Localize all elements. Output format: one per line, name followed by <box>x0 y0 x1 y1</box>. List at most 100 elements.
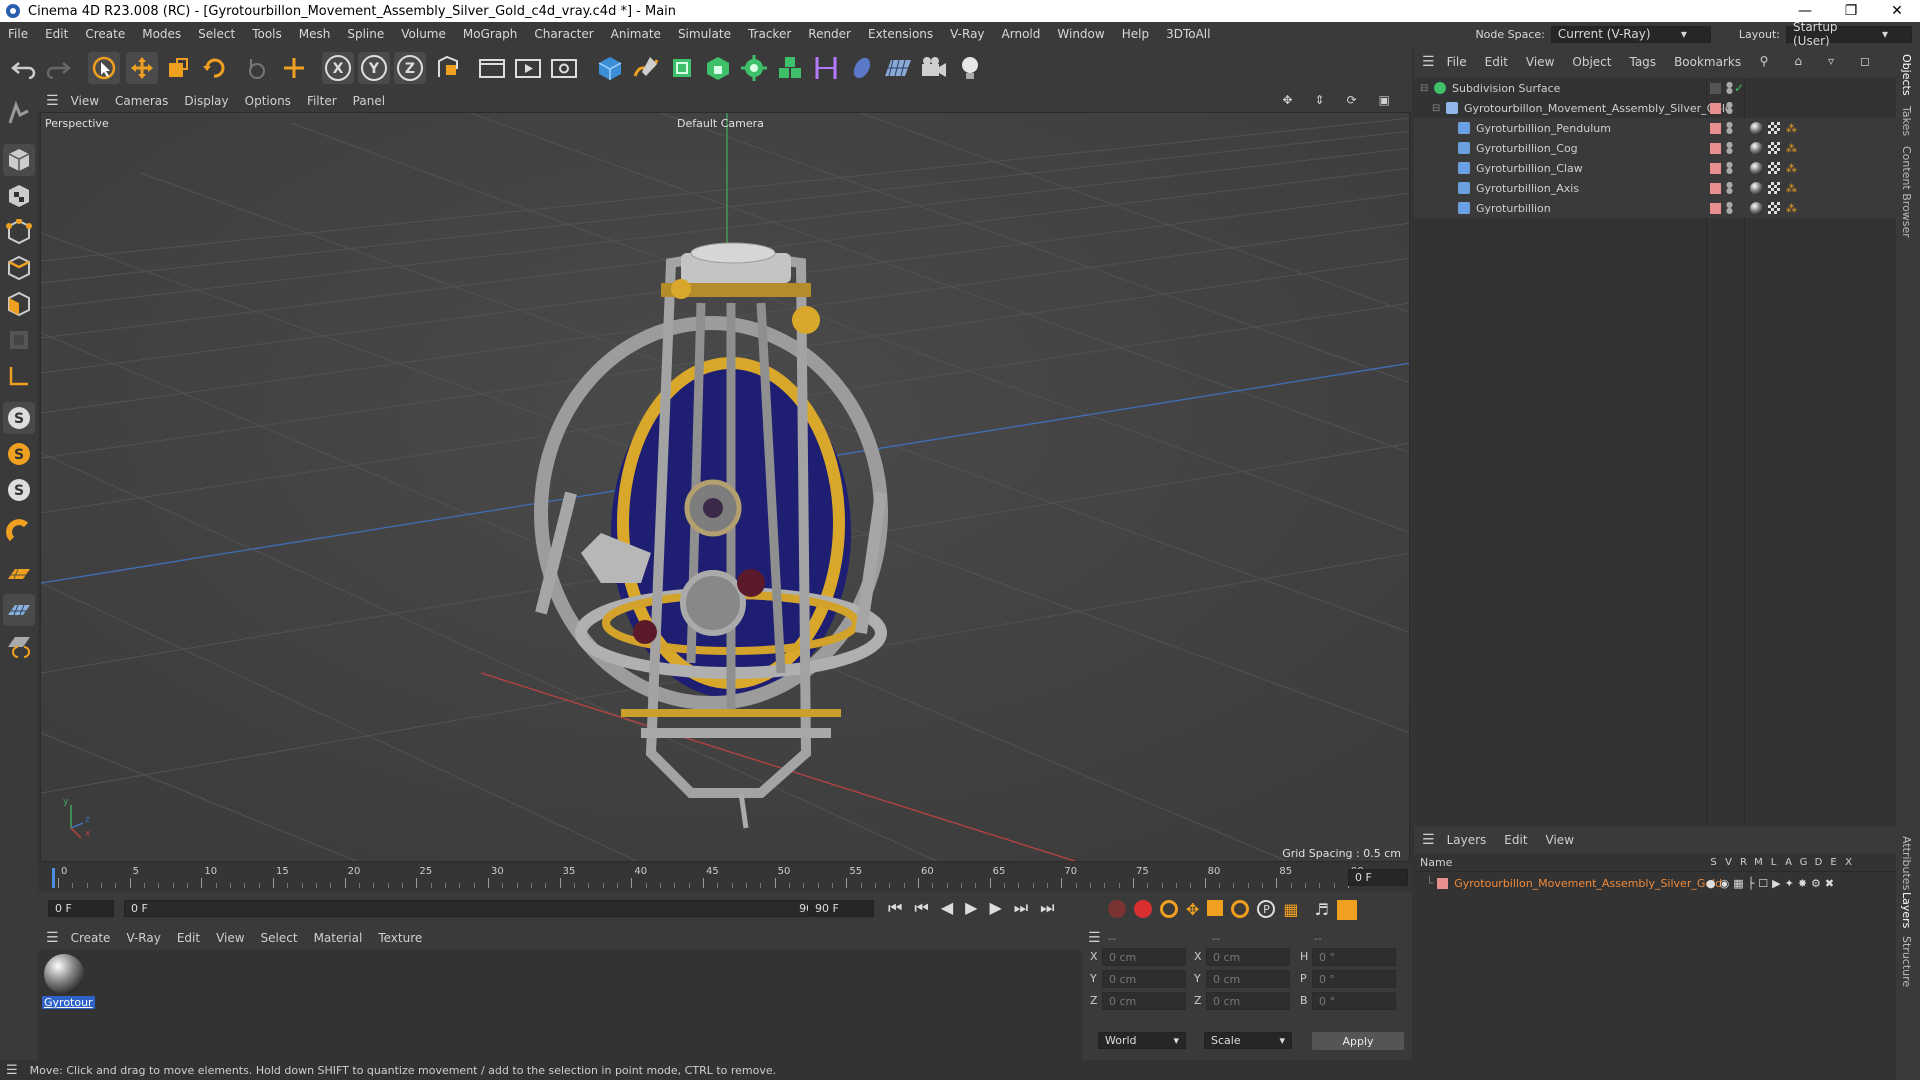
menu-item-edit[interactable]: Edit <box>45 27 68 41</box>
quantize-icon[interactable]: S <box>3 474 35 506</box>
x-axis-lock-icon[interactable]: X <box>322 52 354 84</box>
coord-input[interactable]: 0 cm <box>1206 970 1290 988</box>
menu-item-mograph[interactable]: MoGraph <box>463 27 518 41</box>
move-tool-icon[interactable] <box>126 52 158 84</box>
viewport-menu-options[interactable]: Options <box>245 94 291 108</box>
layer-col-e[interactable]: E <box>1826 857 1841 868</box>
hamburger-menu-icon[interactable]: ☰ <box>1088 930 1101 946</box>
layout-dropdown[interactable]: Startup (User) ▾ <box>1786 20 1912 48</box>
cube-primitive-icon[interactable] <box>594 52 626 84</box>
object-row[interactable]: ⊟ Gyrotourbillon_Movement_Assembly_Silver… <box>1414 98 1896 118</box>
tab-objects[interactable]: Objects <box>1900 54 1913 96</box>
coord-input[interactable]: 0 cm <box>1206 948 1290 966</box>
lock-workplane-icon[interactable] <box>3 630 35 662</box>
tab-attributes[interactable]: Attributes <box>1900 836 1913 890</box>
generators-icon[interactable]: ✦ <box>1785 877 1794 890</box>
node-space-dropdown[interactable]: Current (V-Ray) ▾ <box>1550 25 1711 43</box>
undo-icon[interactable] <box>8 52 40 84</box>
scale-key-icon[interactable] <box>1207 900 1224 916</box>
menu-item-create[interactable]: Create <box>85 27 125 41</box>
go-to-start-icon[interactable]: ⏮ <box>888 898 902 918</box>
frame-range-slider[interactable]: 0 F90 F <box>124 900 830 917</box>
material-tag-icon[interactable] <box>1750 181 1763 195</box>
floor-icon[interactable] <box>882 52 914 84</box>
vray-tag-icon[interactable]: ⁂ <box>1786 142 1797 155</box>
material-preview[interactable] <box>44 954 84 994</box>
redo-icon[interactable] <box>42 52 74 84</box>
hamburger-menu-icon[interactable]: ☰ <box>1422 54 1435 70</box>
solo-icon[interactable]: ● <box>1706 877 1716 890</box>
pan-view-icon[interactable]: ✥ <box>1282 93 1292 107</box>
vray-tag-icon[interactable]: ⁂ <box>1786 182 1797 195</box>
tab-content-browser[interactable]: Content Browser <box>1900 146 1913 238</box>
visibility-dots-icon[interactable]: ● ● <box>1726 101 1733 115</box>
hamburger-menu-icon[interactable]: ☰ <box>46 930 59 946</box>
coord-input[interactable]: 0 cm <box>1102 970 1186 988</box>
record-icon[interactable] <box>1134 900 1152 918</box>
layer-menu-view[interactable]: View <box>1546 833 1574 847</box>
menu-item-v-ray[interactable]: V-Ray <box>950 27 984 41</box>
object-row[interactable]: ⊟ Subdivision Surface ● ● ✓ <box>1414 78 1896 98</box>
menu-item-file[interactable]: File <box>8 27 28 41</box>
vray-tag-icon[interactable]: ⁂ <box>1786 162 1797 175</box>
material-menu-create[interactable]: Create <box>71 931 111 945</box>
rotate-tool-icon[interactable] <box>198 52 230 84</box>
object-row[interactable]: Gyroturbillion ● ● ⁂ <box>1414 198 1896 218</box>
layer-color-swatch[interactable] <box>1710 102 1721 114</box>
visibility-dots-icon[interactable]: ● ● <box>1726 201 1733 215</box>
layer-col-m[interactable]: M <box>1751 857 1766 868</box>
pla-key-icon[interactable]: ▦ <box>1283 900 1298 920</box>
menu-item-spline[interactable]: Spline <box>347 27 384 41</box>
model-mode-icon[interactable] <box>3 144 35 176</box>
deformers-icon[interactable]: ✸ <box>1798 877 1807 890</box>
edges-mode-icon[interactable] <box>3 252 35 284</box>
coord-input[interactable]: 0 cm <box>1102 948 1186 966</box>
layer-color-swatch[interactable] <box>1710 82 1721 94</box>
material-menu-material[interactable]: Material <box>314 931 363 945</box>
viewport-menu-display[interactable]: Display <box>184 94 228 108</box>
active-camera-label[interactable]: Default Camera <box>677 117 764 130</box>
play-icon[interactable]: ▶ <box>965 898 977 918</box>
texture-mode-icon[interactable] <box>3 180 35 212</box>
material-menu-select[interactable]: Select <box>261 931 298 945</box>
layer-color-swatch[interactable] <box>1710 122 1721 134</box>
visibility-dots-icon[interactable]: ● ● <box>1726 161 1733 175</box>
snap-settings-icon[interactable]: S <box>3 438 35 470</box>
toggle-view-icon[interactable]: ▣ <box>1379 93 1390 107</box>
layer-col-d[interactable]: D <box>1811 857 1826 868</box>
expand-toggle-icon[interactable]: ⊟ <box>1432 103 1444 114</box>
coordinate-system-dropdown[interactable]: World ▾ <box>1098 1032 1186 1049</box>
live-selection-icon[interactable] <box>88 52 120 84</box>
expressions-icon[interactable]: ⚙ <box>1811 877 1821 890</box>
menu-item-render[interactable]: Render <box>808 27 851 41</box>
render-settings-icon[interactable] <box>548 52 580 84</box>
previous-frame-icon[interactable]: ◀ <box>941 898 953 918</box>
go-to-end-key-icon[interactable]: ⏭ <box>1014 898 1028 918</box>
hamburger-menu-icon[interactable]: ☰ <box>46 93 59 109</box>
visibility-dots-icon[interactable]: ● ● <box>1726 141 1733 155</box>
points-mode-icon[interactable] <box>3 216 35 248</box>
visibility-dots-icon[interactable]: ● ● <box>1726 81 1733 95</box>
vray-tag-icon[interactable]: ⁂ <box>1786 202 1797 215</box>
new-window-icon[interactable]: ◻ <box>1860 54 1870 68</box>
coord-input[interactable]: 0 ° <box>1312 948 1396 966</box>
maximize-button[interactable]: ❐ <box>1828 0 1874 22</box>
coord-input[interactable]: 0 cm <box>1102 992 1186 1010</box>
mograph-icon[interactable] <box>774 52 806 84</box>
material-name[interactable]: Gyrotour <box>42 996 95 1009</box>
uvw-tag-icon[interactable] <box>1768 162 1780 174</box>
hamburger-menu-icon[interactable]: ☰ <box>6 1063 18 1078</box>
menu-item-3dtoall[interactable]: 3DToAll <box>1166 27 1210 41</box>
motion-system-icon[interactable]: ♬ <box>1315 900 1329 920</box>
layer-color-swatch[interactable] <box>1710 162 1721 174</box>
layer-name[interactable]: Gyrotourbillon_Movement_Assembly_Silver_… <box>1454 877 1722 890</box>
transform-mode-dropdown[interactable]: Scale ▾ <box>1204 1032 1292 1049</box>
menu-item-select[interactable]: Select <box>198 27 235 41</box>
menu-item-modes[interactable]: Modes <box>142 27 181 41</box>
go-to-end-icon[interactable]: ⏭ <box>1040 898 1054 918</box>
object-name[interactable]: Gyroturbillion_Pendulum <box>1476 122 1611 135</box>
environment-icon[interactable] <box>846 52 878 84</box>
object-name[interactable]: Gyrotourbillon_Movement_Assembly_Silver_… <box>1464 102 1732 115</box>
recent-tools-icon[interactable] <box>240 52 272 84</box>
search-icon[interactable]: ⚲ <box>1760 54 1769 68</box>
